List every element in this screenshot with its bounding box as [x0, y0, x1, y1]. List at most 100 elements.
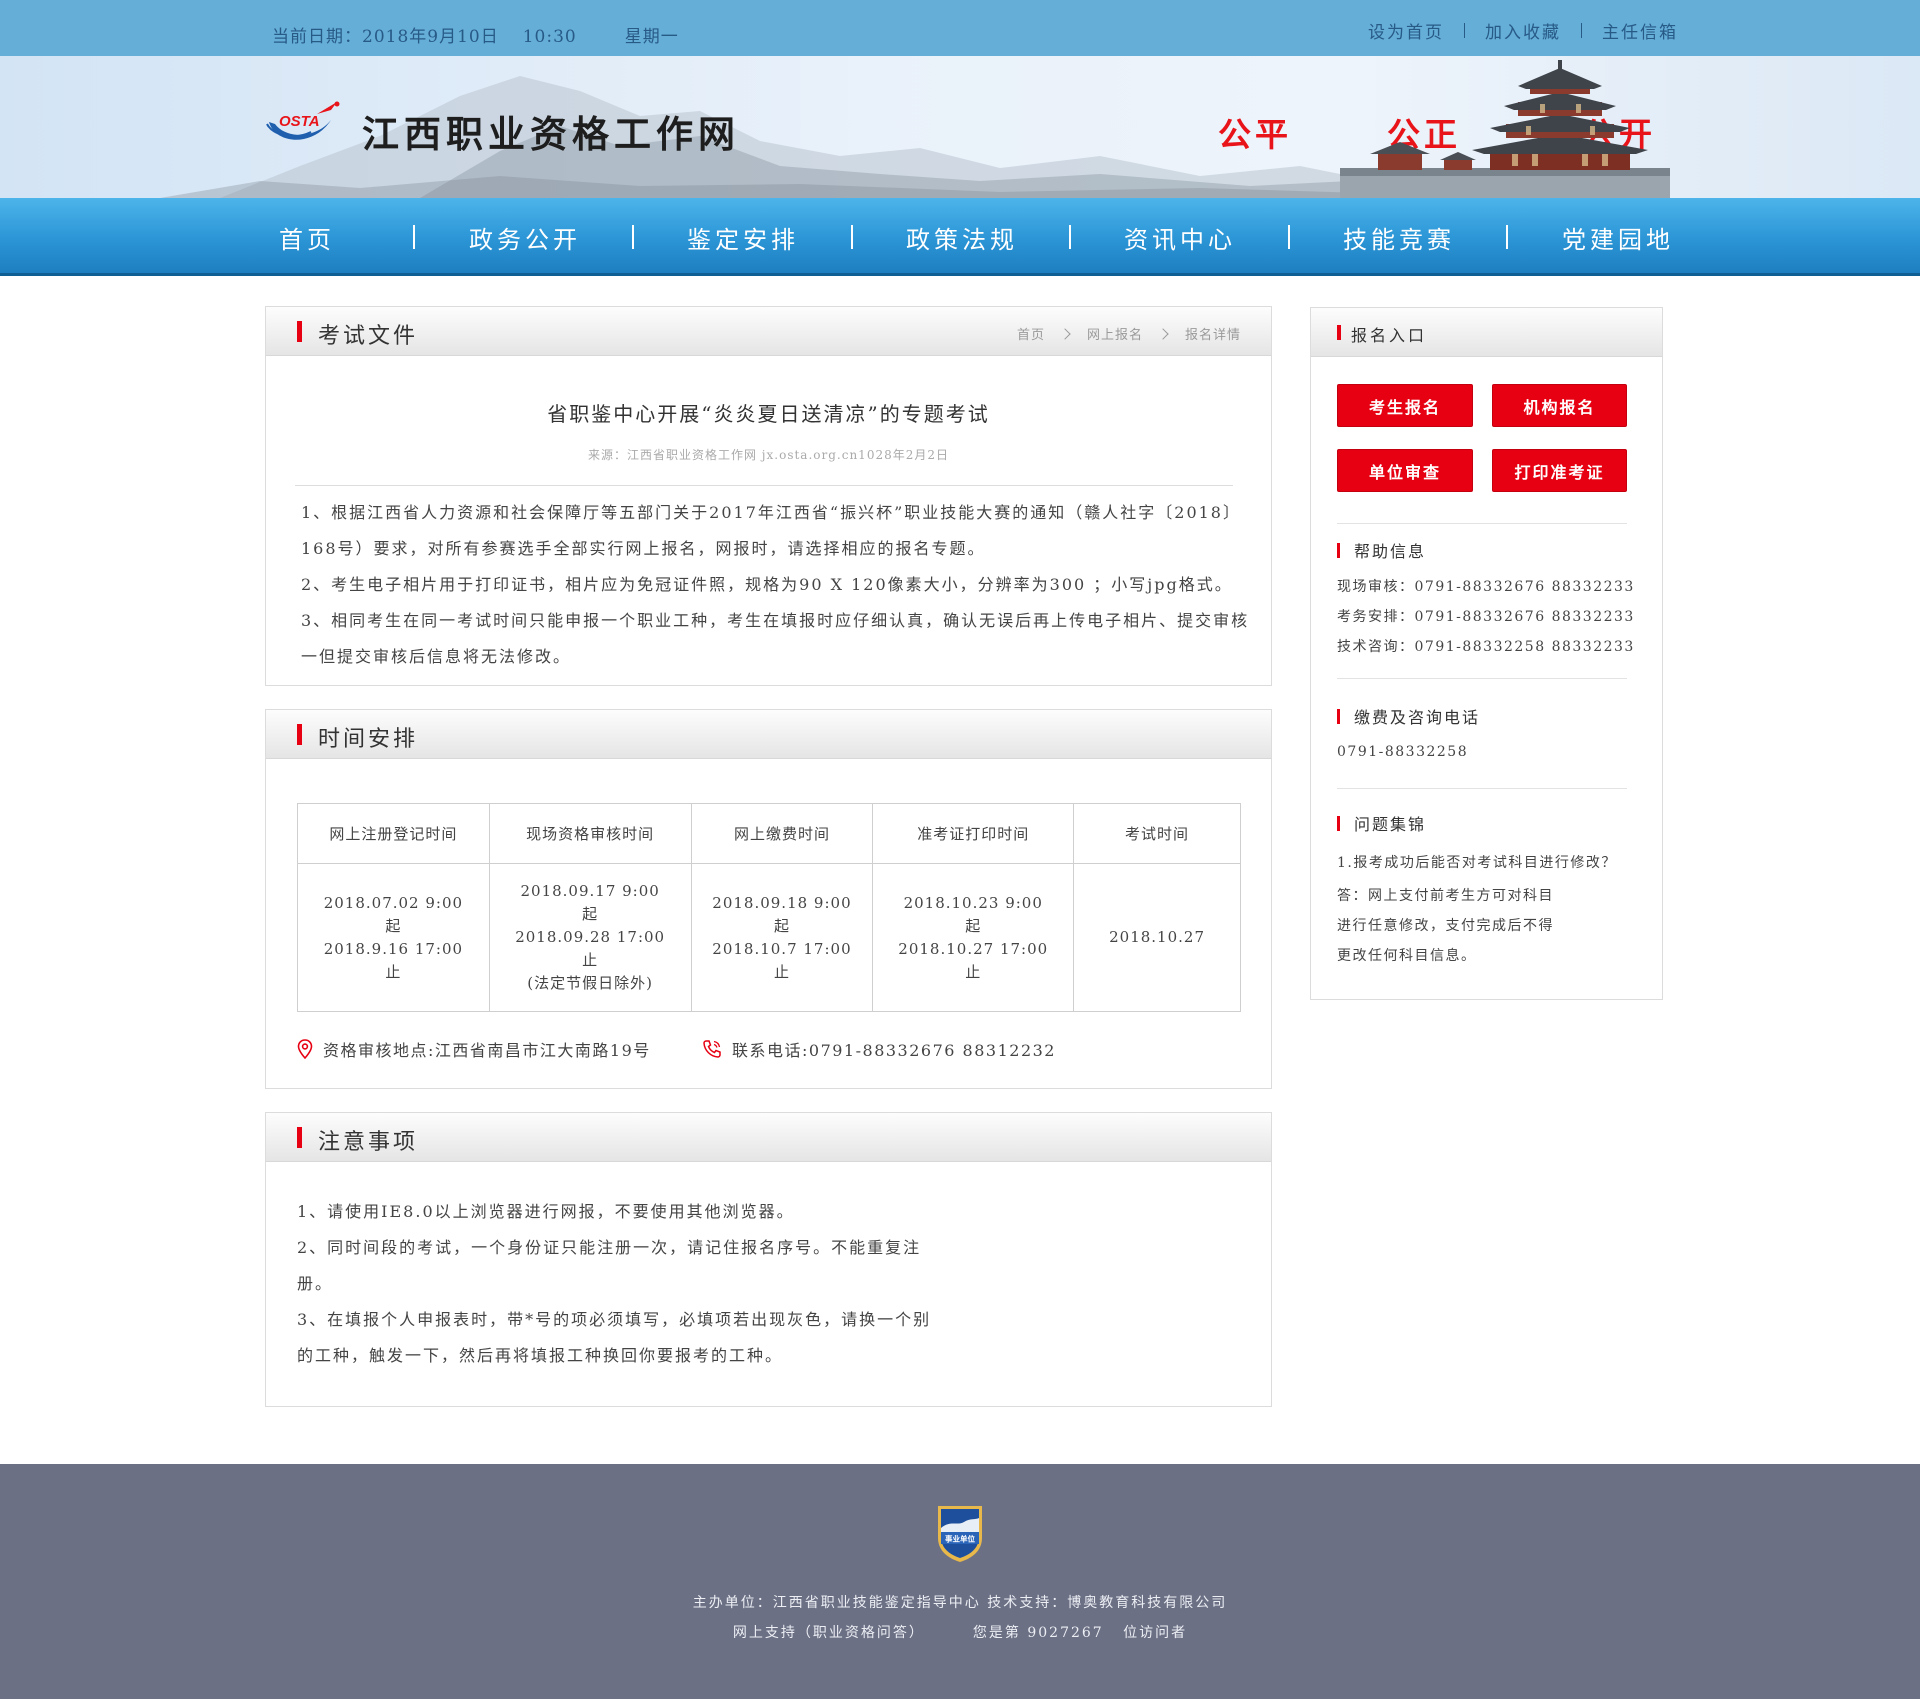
article-body: 1、根据江西省人力资源和社会保障厅等五部门关于2017年江西省“振兴杯”职业技能…	[301, 495, 1251, 675]
chevron-right-icon	[1157, 327, 1169, 340]
nav-divider	[632, 225, 634, 249]
location-pin-icon	[297, 1039, 313, 1059]
header-accent-bar	[297, 321, 302, 342]
section-title: 时间安排	[318, 727, 419, 752]
set-homepage-link[interactable]: 设为首页	[1368, 18, 1444, 43]
panel-header: 注意事项	[266, 1113, 1271, 1162]
panel-header: 时间安排	[266, 710, 1271, 759]
footer: 事业单位 主办单位：江西省职业技能鉴定指导中心 技术支持：博奥教育科技有限公司 …	[0, 1464, 1920, 1699]
footer-sponsor: 主办单位：江西省职业技能鉴定指导中心 技术支持：博奥教育科技有限公司	[692, 1595, 1228, 1611]
breadcrumb: 首页 网上报名 报名详情	[1017, 324, 1241, 343]
top-links: 设为首页 加入收藏 主任信箱	[1368, 18, 1678, 43]
nav-divider	[1506, 225, 1508, 249]
director-mailbox-link[interactable]: 主任信箱	[1602, 18, 1678, 43]
article-title: 省职鉴中心开展“炎炎夏日送清凉”的专题考试	[547, 402, 990, 426]
faq-question[interactable]: 1.报考成功后能否对考试科目进行修改？	[1337, 852, 1617, 872]
nav-divider	[1069, 225, 1071, 249]
nav-government-affairs[interactable]: 政务公开	[469, 220, 581, 255]
breadcrumb-home[interactable]: 首页	[1017, 324, 1045, 343]
online-support-link[interactable]: 网上支持（职业资格问答）	[733, 1625, 925, 1641]
link-divider	[1581, 23, 1582, 38]
faq-answer: 答：网上支付前考生方可对科目进行任意修改，支付完成后不得更改任何科目信息。	[1337, 888, 1554, 964]
help-line: 现场审核：0791-88332676 88332233	[1337, 579, 1635, 595]
notice-panel: 注意事项 1、请使用IE8.0以上浏览器进行网报，不要使用其他浏览器。 2、同时…	[265, 1112, 1272, 1407]
registration-period-cell: 2018.07.02 9:00 起 2018.9.16 17:00 止	[297, 863, 490, 1012]
nav-divider	[1288, 225, 1290, 249]
help-heading: 帮助信息	[1337, 538, 1426, 562]
registration-sidebar: 报名入口 考生报名 机构报名 单位审查 打印准考证 帮助信息 现场审核：0791…	[1310, 307, 1663, 1000]
nav-party-building[interactable]: 党建园地	[1562, 220, 1674, 255]
onsite-review-period-cell: 2018.09.17 9:00 起 2018.09.28 17:00 止 (法定节假日除…	[488, 863, 692, 1012]
breadcrumb-current: 报名详情	[1184, 328, 1241, 343]
nav-appraisal-schedule[interactable]: 鉴定安排	[687, 220, 799, 255]
print-admission-ticket-button[interactable]: 打印准考证	[1492, 449, 1627, 492]
slogan-fairness: 公平	[1218, 115, 1292, 154]
footer-support: 网上支持（职业资格问答） 您是第 9027267 位访问者	[0, 1622, 1920, 1642]
visitor-count: 9027267	[1027, 1625, 1104, 1641]
header-accent-bar	[297, 724, 302, 745]
address-text: 资格审核地点:江西省南昌市江大南路19号	[323, 1041, 651, 1060]
header-accent-bar	[297, 1127, 302, 1148]
column-header: 网上缴费时间	[690, 803, 874, 864]
review-address: 资格审核地点:江西省南昌市江大南路19号	[297, 1037, 651, 1061]
nav-policies[interactable]: 政策法规	[906, 220, 1018, 255]
top-bar: 当前日期：2018年9月10日 10:30 星期一 设为首页 加入收藏 主任信箱	[0, 0, 1920, 56]
payment-period-cell: 2018.09.18 9:00 起 2018.10.7 17:00 止	[690, 863, 874, 1012]
divider	[1337, 523, 1627, 524]
nav-divider	[851, 225, 853, 249]
column-header: 网上注册登记时间	[297, 803, 490, 864]
table-header-row: 网上注册登记时间 现场资格审核时间 网上缴费时间 准考证打印时间 考试时间	[297, 803, 1241, 864]
panel-header: 考试文件 首页 网上报名 报名详情	[266, 307, 1271, 356]
notice-body: 1、请使用IE8.0以上浏览器进行网报，不要使用其他浏览器。 2、同时间段的考试…	[297, 1194, 947, 1374]
section-title: 注意事项	[318, 1130, 419, 1155]
payment-phone: 0791-88332258	[1337, 744, 1469, 760]
public-institution-badge[interactable]: 事业单位	[934, 1502, 986, 1564]
article-paragraph: 1、根据江西省人力资源和社会保障厅等五部门关于2017年江西省“振兴杯”职业技能…	[301, 503, 1241, 558]
notice-item: 1、请使用IE8.0以上浏览器进行网报，不要使用其他浏览器。	[297, 1202, 795, 1221]
svg-text:OSTA: OSTA	[279, 113, 320, 130]
exam-document-panel: 考试文件 首页 网上报名 报名详情 省职鉴中心开展“炎炎夏日送清凉”的专题考试 …	[265, 306, 1272, 686]
nav-skills-contest[interactable]: 技能竞赛	[1343, 220, 1455, 255]
admission-print-period-cell: 2018.10.23 9:00 起 2018.10.27 17:00 止	[872, 863, 1075, 1012]
article-source: 来源：江西省职业资格工作网 jx.osta.org.cn1028年2月2日	[587, 448, 949, 462]
header-banner: OSTA 江西职业资格工作网 公平 公正 公开	[0, 56, 1920, 198]
add-favorite-link[interactable]: 加入收藏	[1485, 18, 1561, 43]
date-label: 当前日期：	[272, 27, 362, 47]
column-header: 考试时间	[1073, 803, 1241, 864]
heading-accent-bar	[1337, 708, 1340, 724]
nav-news-center[interactable]: 资讯中心	[1124, 220, 1236, 255]
panel-header: 报名入口	[1311, 308, 1662, 357]
help-line: 考务安排：0791-88332676 88332233	[1337, 609, 1635, 625]
header-accent-bar	[1337, 325, 1341, 340]
schedule-table: 网上注册登记时间 现场资格审核时间 网上缴费时间 准考证打印时间 考试时间 20…	[297, 803, 1241, 1012]
divider	[1337, 678, 1627, 679]
help-line: 技术咨询：0791-88332258 88332233	[1337, 639, 1635, 655]
article-paragraph: 2、考生电子相片用于打印证书，相片应为免冠证件照，规格为90 X 120像素大小…	[301, 575, 1233, 594]
schedule-panel: 时间安排 网上注册登记时间 现场资格审核时间 网上缴费时间 准考证打印时间 考试…	[265, 709, 1272, 1089]
candidate-register-button[interactable]: 考生报名	[1337, 384, 1473, 427]
heading-accent-bar	[1337, 542, 1340, 558]
divider	[1337, 788, 1627, 789]
phone-text: 联系电话:0791-88332676 88312232	[732, 1041, 1056, 1060]
breadcrumb-online-registration[interactable]: 网上报名	[1087, 324, 1143, 343]
notice-item: 3、在填报个人申报表时，带*号的项必须填写，必填项若出现灰色，请换一个别的工种，…	[297, 1310, 932, 1365]
divider	[295, 485, 1233, 486]
contact-phone: 联系电话:0791-88332676 88312232	[702, 1037, 1056, 1061]
visitor-suffix: 位访问者	[1123, 1625, 1188, 1641]
link-divider	[1464, 23, 1465, 38]
time-value: 10:30	[522, 27, 577, 47]
notice-item: 2、同时间段的考试，一个身份证只能注册一次，请记住报名序号。不能重复注册。	[297, 1238, 922, 1293]
payment-heading: 缴费及咨询电话	[1337, 704, 1480, 728]
column-header: 准考证打印时间	[872, 803, 1075, 864]
institution-register-button[interactable]: 机构报名	[1492, 384, 1627, 427]
nav-home[interactable]: 首页	[279, 220, 335, 255]
exam-date-cell: 2018.10.27	[1073, 863, 1241, 1012]
heading-accent-bar	[1337, 815, 1340, 831]
main-nav: 首页 政务公开 鉴定安排 政策法规 资讯中心 技能竞赛 党建园地	[0, 198, 1920, 276]
site-title: 江西职业资格工作网	[362, 112, 740, 156]
visitor-prefix: 您是第	[972, 1625, 1021, 1641]
phone-icon	[703, 1040, 721, 1058]
date-value: 2018年9月10日	[362, 27, 499, 47]
osta-logo: OSTA	[266, 101, 340, 140]
unit-review-button[interactable]: 单位审查	[1337, 449, 1473, 492]
